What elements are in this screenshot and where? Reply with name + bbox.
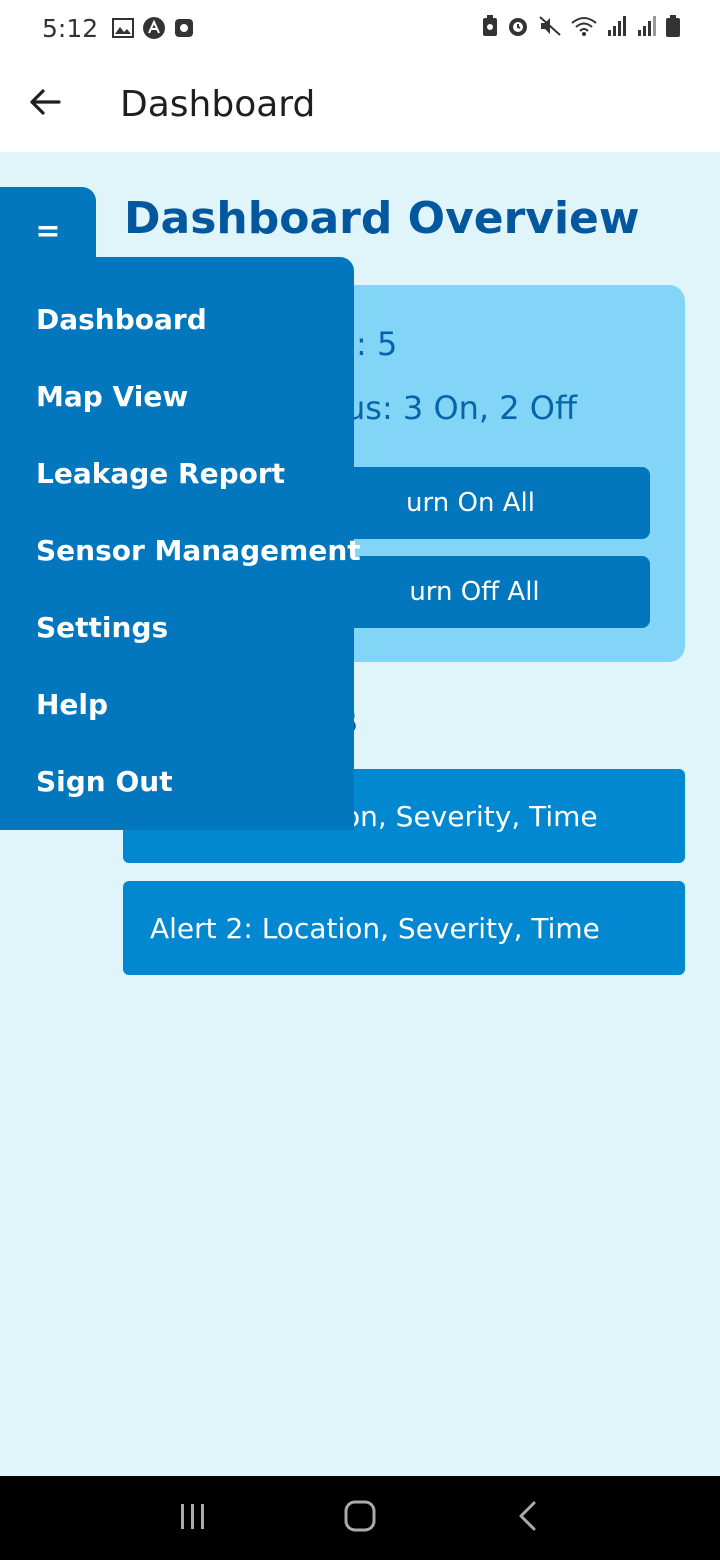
alarm-icon bbox=[506, 14, 530, 42]
recents-button[interactable] bbox=[153, 1488, 233, 1548]
drawer-item-label: Map View bbox=[36, 380, 189, 413]
total-sensors-text: : 5 bbox=[356, 325, 398, 363]
drawer-item-settings[interactable]: Settings bbox=[0, 589, 354, 666]
drawer-item-sensor-management[interactable]: Sensor Management bbox=[0, 512, 361, 589]
drawer-item-label: Sign Out bbox=[36, 765, 173, 798]
signal-icon-2 bbox=[636, 15, 658, 41]
alert-item-2[interactable]: Alert 2: Location, Severity, Time bbox=[123, 881, 685, 975]
home-button[interactable] bbox=[320, 1488, 400, 1548]
battery-saver-icon bbox=[482, 15, 498, 41]
turn-on-all-label: urn On All bbox=[406, 488, 535, 518]
app-bar: Dashboard bbox=[0, 56, 720, 152]
drawer-item-label: Dashboard bbox=[36, 303, 207, 336]
page-title: Dashboard Overview bbox=[124, 193, 640, 244]
drawer-item-label: Settings bbox=[36, 611, 169, 644]
drawer-item-label: Sensor Management bbox=[36, 534, 361, 567]
alert-item-label: on, Severity, Time bbox=[343, 799, 598, 833]
turn-off-all-label: urn Off All bbox=[409, 577, 540, 607]
drawer-item-leakage-report[interactable]: Leakage Report bbox=[0, 435, 354, 512]
status-bar: 5:12 bbox=[0, 0, 720, 56]
drawer-item-map-view[interactable]: Map View bbox=[0, 358, 354, 435]
home-icon bbox=[343, 1499, 377, 1537]
navigation-drawer: Dashboard Map View Leakage Report Sensor… bbox=[0, 257, 361, 830]
status-time: 5:12 bbox=[42, 13, 99, 43]
drawer-item-label: Leakage Report bbox=[36, 457, 286, 490]
record-icon bbox=[174, 18, 194, 38]
recents-icon bbox=[178, 1501, 208, 1535]
battery-icon bbox=[666, 15, 680, 41]
drawer-item-sign-out[interactable]: Sign Out bbox=[0, 743, 354, 820]
alert-item-label: Alert 2: Location, Severity, Time bbox=[150, 911, 600, 945]
drawer-item-label: Help bbox=[36, 688, 109, 721]
drawer-item-help[interactable]: Help bbox=[0, 666, 354, 743]
arrow-back-icon bbox=[29, 88, 61, 120]
gallery-icon bbox=[112, 18, 135, 38]
sensor-status-text: us: 3 On, 2 Off bbox=[345, 389, 578, 427]
back-nav-button[interactable] bbox=[487, 1488, 567, 1548]
drawer-item-dashboard[interactable]: Dashboard bbox=[0, 281, 354, 358]
system-nav-bar bbox=[0, 1476, 720, 1560]
chevron-left-icon bbox=[516, 1500, 538, 1536]
wifi-icon bbox=[570, 15, 598, 41]
back-button[interactable] bbox=[0, 56, 90, 152]
app-icon bbox=[142, 16, 166, 40]
app-bar-title: Dashboard bbox=[120, 83, 316, 125]
mute-icon bbox=[538, 14, 562, 42]
signal-icon bbox=[606, 15, 628, 41]
